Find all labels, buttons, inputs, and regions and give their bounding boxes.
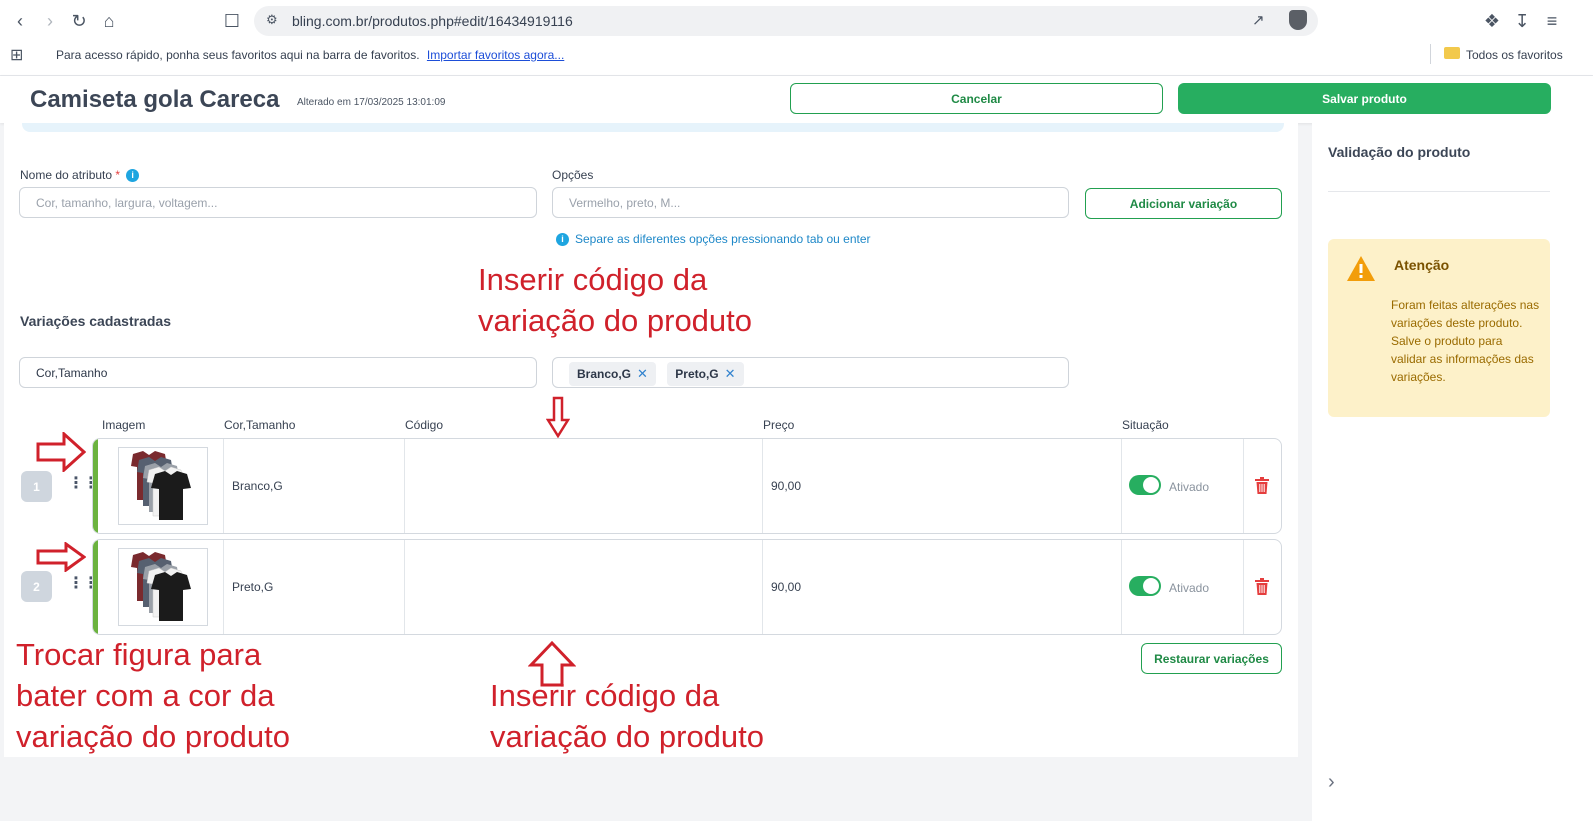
variation-attribute: Branco,G (232, 479, 283, 493)
attribute-name-input[interactable]: Cor, tamanho, largura, voltagem... (19, 187, 537, 218)
variation-image[interactable] (118, 447, 208, 525)
row-number-badge: 2 (21, 571, 52, 602)
options-hint: i Separe as diferentes opções pressionand… (556, 232, 871, 246)
variation-price[interactable]: 90,00 (771, 580, 801, 594)
attention-alert: Atenção Foram feitas alterações nas vari… (1328, 239, 1550, 417)
info-icon: i (556, 233, 569, 246)
variation-image[interactable] (118, 548, 208, 626)
share-icon[interactable]: ↗ (1252, 11, 1265, 29)
product-header: Camiseta gola Careca Alterado em 17/03/2… (0, 76, 1593, 123)
section-title: Variações cadastradas (20, 313, 171, 329)
column-header-status: Situação (1122, 418, 1169, 432)
arrow-right-annotation (36, 542, 86, 572)
options-label: Opções (552, 168, 594, 182)
column-header-image: Imagem (102, 418, 146, 432)
variation-attribute: Preto,G (232, 580, 274, 594)
brave-shield-icon[interactable] (1289, 10, 1307, 30)
bookmarks-hint: Para acesso rápido, ponha seus favoritos… (56, 48, 420, 62)
alert-title: Atenção (1394, 257, 1450, 273)
browser-chrome: ‹ › ↻ ⌂ ☐ ⚙ bling.com.br/produtos.php#ed… (0, 0, 1593, 76)
home-icon[interactable]: ⌂ (97, 9, 121, 33)
bookmarks-bar: ⊞ Para acesso rápido, ponha seus favorit… (0, 42, 1593, 68)
status-label: Ativado (1169, 581, 1210, 595)
arrow-right-annotation (36, 432, 86, 472)
all-bookmarks[interactable]: Todos os favoritos (1466, 48, 1563, 62)
status-toggle[interactable] (1129, 475, 1161, 495)
url-text: bling.com.br/produtos.php#edit/164349191… (292, 13, 573, 29)
option-chip: Preto,G ✕ (667, 362, 744, 386)
column-header-price: Preço (763, 418, 795, 432)
info-strip (22, 123, 1284, 132)
back-icon[interactable]: ‹ (8, 9, 32, 33)
alert-body: Foram feitas alterações nas variações de… (1391, 298, 1540, 384)
attribute-name-label: Nome do atributo * i (20, 168, 140, 182)
site-settings-icon[interactable]: ⚙ (266, 12, 278, 28)
variation-price[interactable]: 90,00 (771, 479, 801, 493)
column-header-code: Código (405, 418, 444, 432)
remove-chip-icon[interactable]: ✕ (725, 366, 736, 382)
reload-icon[interactable]: ↻ (67, 9, 91, 33)
forward-icon[interactable]: › (38, 9, 62, 33)
menu-icon[interactable]: ≡ (1540, 9, 1564, 33)
last-modified: Alterado em 17/03/2025 13:01:09 (297, 97, 446, 108)
column-header-attribute: Cor,Tamanho (224, 418, 296, 432)
arrow-down-annotation (546, 396, 570, 438)
variation-attribute-field[interactable]: Cor,Tamanho (19, 357, 537, 388)
option-chip: Branco,G ✕ (569, 362, 656, 386)
remove-chip-icon[interactable]: ✕ (637, 366, 648, 382)
variation-row: Preto,G 90,00 Ativado (92, 539, 1282, 635)
annotation-left: Trocar figura para bater com a cor da va… (16, 637, 291, 754)
panel-title: Validação do produto (1328, 144, 1471, 160)
apps-grid-icon[interactable]: ⊞ (10, 45, 23, 65)
extensions-icon[interactable]: ❖ (1480, 9, 1504, 33)
variation-row: Branco,G 90,00 Ativado (92, 438, 1282, 534)
download-icon[interactable]: ↧ (1510, 9, 1534, 33)
info-icon[interactable]: i (126, 169, 140, 182)
trash-icon[interactable] (1255, 578, 1269, 595)
folder-icon (1444, 47, 1460, 59)
row-number-badge: 1 (21, 471, 52, 502)
trash-icon[interactable] (1255, 477, 1269, 494)
cancel-button[interactable]: Cancelar (790, 83, 1163, 114)
address-bar[interactable]: ⚙ bling.com.br/produtos.php#edit/1643491… (254, 6, 1318, 36)
status-toggle[interactable] (1129, 576, 1161, 596)
page-title: Camiseta gola Careca (30, 86, 280, 113)
bookmark-icon[interactable]: ☐ (220, 9, 244, 33)
annotation-top: Inserir código da variação do produto (478, 262, 753, 338)
variation-options-field[interactable]: Branco,G ✕ Preto,G ✕ (552, 357, 1069, 388)
warning-icon (1347, 256, 1375, 281)
restore-variations-button[interactable]: Restaurar variações (1141, 643, 1282, 674)
options-input[interactable]: Vermelho, preto, M... (552, 187, 1069, 218)
save-product-button[interactable]: Salvar produto (1178, 83, 1551, 114)
add-variation-button[interactable]: Adicionar variação (1085, 188, 1282, 219)
import-bookmarks-link[interactable]: Importar favoritos agora... (427, 48, 564, 62)
validation-panel: Validação do produto Atenção Foram feita… (1312, 123, 1593, 821)
chevron-right-icon[interactable]: › (1328, 771, 1335, 794)
status-label: Ativado (1169, 480, 1210, 494)
arrow-up-annotation (528, 640, 576, 687)
